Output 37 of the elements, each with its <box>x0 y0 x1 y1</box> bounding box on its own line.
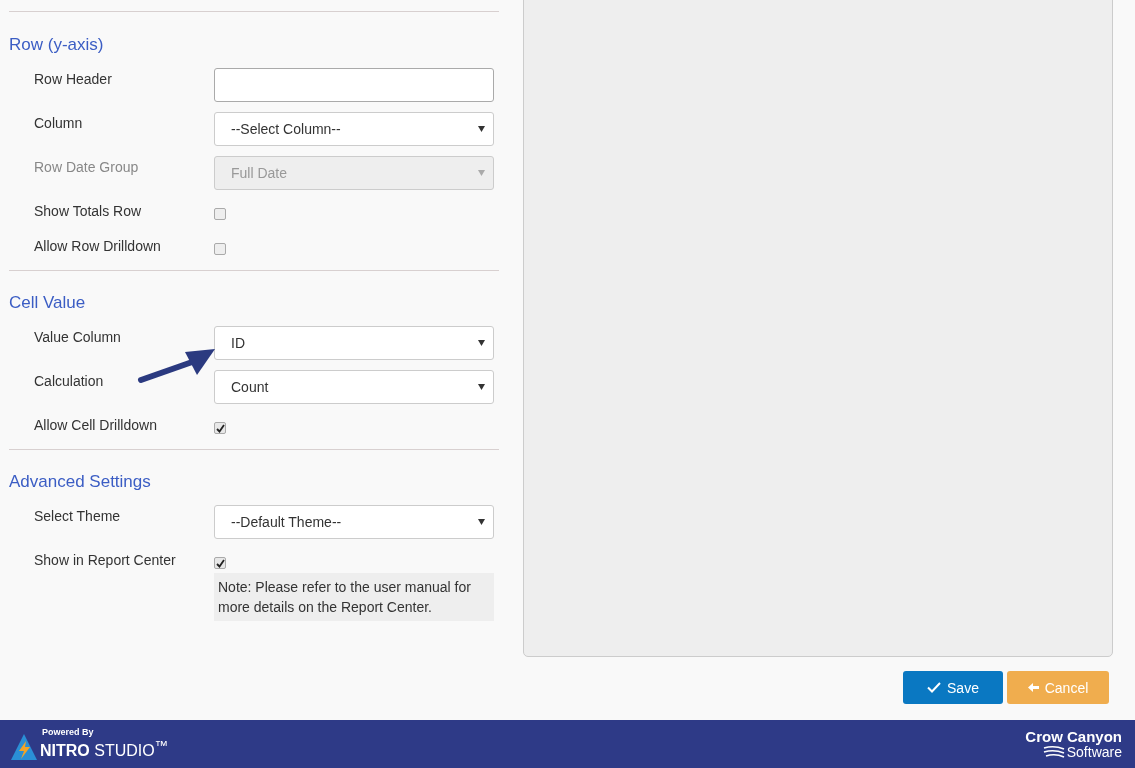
caret-icon <box>478 126 485 132</box>
checkbox[interactable] <box>214 243 226 255</box>
company-subtitle: Software <box>1066 744 1122 760</box>
checkbox[interactable] <box>214 422 226 434</box>
field-label: Calculation <box>34 372 104 390</box>
checkbox[interactable] <box>214 208 226 220</box>
text-field[interactable] <box>214 68 494 102</box>
caret-icon <box>478 519 485 525</box>
arrow-left-icon <box>1027 683 1039 692</box>
dropdown[interactable]: --Select Column-- <box>214 112 494 146</box>
section-heading: Advanced Settings <box>9 471 152 493</box>
field-label: Show Totals Row <box>34 202 142 220</box>
product-name: NITRO STUDIO$^{™}$ <box>40 737 168 761</box>
section-heading: Cell Value <box>9 292 87 314</box>
field-label: Select Theme <box>34 507 121 525</box>
section-heading: Row (y-axis) <box>9 34 105 56</box>
caret-icon <box>478 384 485 390</box>
field-label: Column <box>34 114 83 132</box>
field-label: Row Date Group <box>34 158 139 176</box>
check-icon <box>927 682 942 693</box>
dropdown[interactable]: --Default Theme-- <box>214 505 494 539</box>
field-label: Allow Row Drilldown <box>34 237 161 255</box>
field-label: Show in Report Center <box>34 551 176 569</box>
field-label: Value Column <box>34 328 121 346</box>
field-label: Allow Cell Drilldown <box>34 416 157 434</box>
field-label: Row Header <box>34 70 112 88</box>
powered-by-text: Powered By <box>42 727 95 738</box>
checkbox[interactable] <box>214 557 226 569</box>
action-button[interactable]: Save <box>903 671 1003 704</box>
dropdown[interactable]: ID <box>214 326 494 360</box>
dropdown[interactable]: Count <box>214 370 494 404</box>
caret-icon <box>478 170 485 176</box>
company-name: Crow Canyon <box>1025 728 1122 745</box>
wave-icon <box>1042 745 1065 759</box>
note-text: Note: Please refer to the user manual for more details on the Report Center. <box>214 573 494 621</box>
lightning-logo-icon <box>10 732 38 761</box>
caret-icon <box>478 340 485 346</box>
